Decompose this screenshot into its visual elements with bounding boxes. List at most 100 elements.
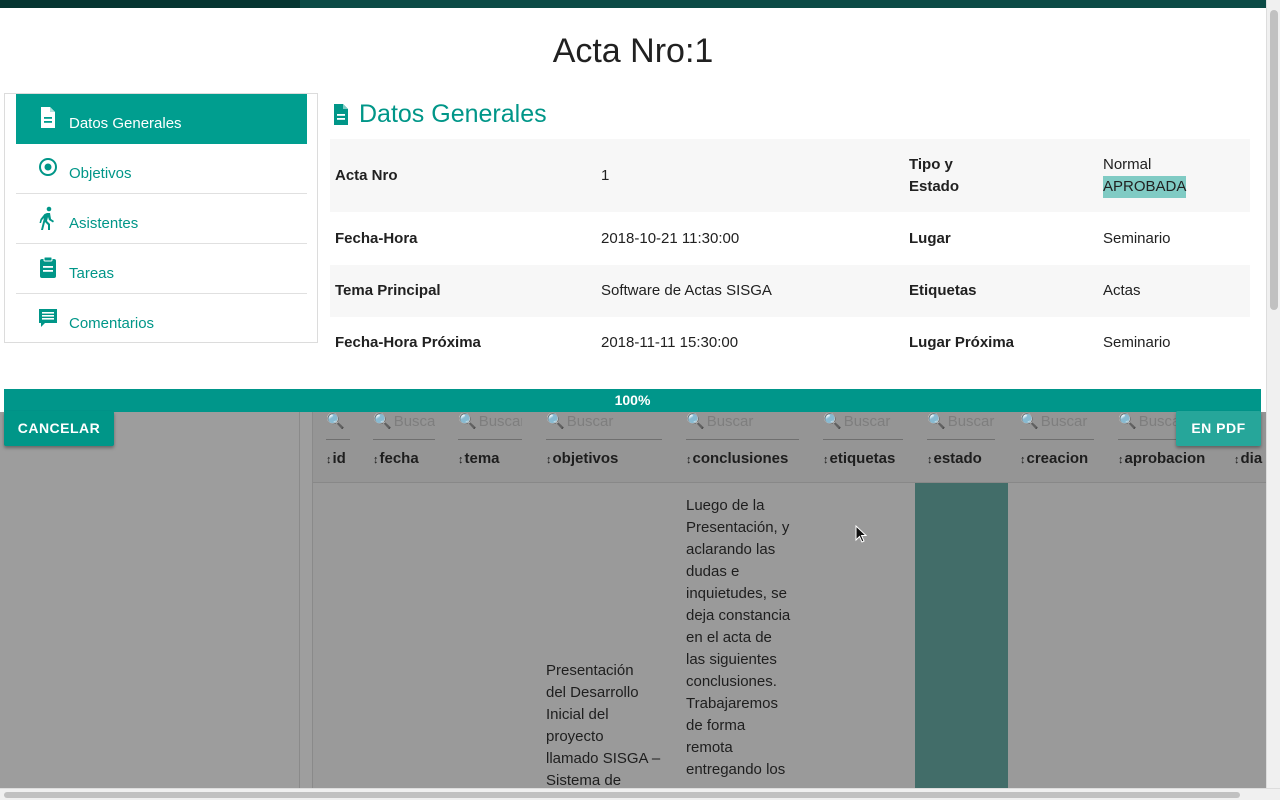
column-header-objetivos[interactable]: ↕objetivos bbox=[546, 450, 618, 467]
sort-icon: ↕ bbox=[1020, 454, 1026, 466]
column-label: creacion bbox=[1026, 450, 1089, 467]
background-table: 🔍 🔍Buscar 🔍Buscar 🔍Buscar 🔍Buscar 🔍Busca… bbox=[312, 412, 1267, 788]
search-icon: 🔍 bbox=[823, 413, 842, 430]
cell-line: las siguientes bbox=[686, 651, 777, 668]
background-top-bar bbox=[0, 0, 1280, 8]
nav-item-objetivos[interactable]: Objetivos bbox=[16, 144, 307, 194]
column-header-aprobacion[interactable]: ↕aprobacion bbox=[1118, 450, 1205, 467]
section-title-text: Datos Generales bbox=[359, 100, 547, 128]
search-icon: 🔍 bbox=[686, 413, 705, 430]
search-icon: 🔍 bbox=[1118, 413, 1137, 430]
cancel-button[interactable]: CANCELAR bbox=[4, 411, 114, 446]
column-label: etiquetas bbox=[829, 450, 896, 467]
comment-icon bbox=[39, 309, 57, 327]
column-header-etiquetas[interactable]: ↕etiquetas bbox=[823, 450, 895, 467]
sort-icon: ↕ bbox=[1234, 454, 1240, 466]
horizontal-scrollbar-thumb[interactable] bbox=[4, 792, 1240, 798]
cell-line: remota bbox=[686, 739, 733, 756]
column-label: conclusiones bbox=[692, 450, 789, 467]
background-top-bar-dark bbox=[0, 0, 300, 8]
info-key: Tipo y bbox=[909, 156, 953, 173]
column-label: fecha bbox=[379, 450, 419, 467]
column-label: dia bbox=[1240, 450, 1263, 467]
info-value: 1 bbox=[601, 167, 610, 184]
document-icon bbox=[334, 104, 348, 125]
acta-modal: Acta Nro:1 Datos Generales Objetivos Asi… bbox=[0, 8, 1266, 412]
column-header-conclusiones[interactable]: ↕conclusiones bbox=[686, 450, 788, 467]
search-icon: 🔍 bbox=[927, 413, 946, 430]
info-row: Acta Nro 1 Tipo y Estado Normal APROBADA bbox=[330, 139, 1250, 212]
cell-line: de forma bbox=[686, 717, 746, 734]
info-key: Etiquetas bbox=[909, 282, 977, 299]
info-key: Fecha-Hora bbox=[335, 230, 418, 247]
vertical-scrollbar-thumb[interactable] bbox=[1270, 10, 1278, 310]
cell-line: del Desarrollo bbox=[546, 684, 639, 701]
cell-line: proyecto bbox=[546, 728, 604, 745]
search-placeholder: Buscar bbox=[843, 413, 891, 430]
info-row: Fecha-Hora Próxima 2018-11-11 15:30:00 L… bbox=[330, 317, 1250, 369]
search-icon: 🔍 bbox=[373, 413, 392, 430]
sort-icon: ↕ bbox=[546, 454, 552, 466]
search-input-estado[interactable]: 🔍 Buscar bbox=[927, 412, 995, 440]
cell-line: aclarando las bbox=[686, 541, 776, 558]
status-badge: APROBADA bbox=[1103, 176, 1187, 198]
clipboard-icon bbox=[40, 256, 56, 278]
search-icon: 🔍 bbox=[326, 413, 345, 430]
search-input-etiquetas[interactable]: 🔍 Buscar bbox=[823, 412, 903, 440]
target-icon bbox=[39, 158, 57, 176]
cell-line: Trabajaremos bbox=[686, 695, 778, 712]
cell-line: Luego de la bbox=[686, 497, 765, 514]
vertical-scrollbar[interactable] bbox=[1266, 0, 1280, 788]
info-value: Software de Actas SISGA bbox=[601, 282, 772, 299]
column-label: id bbox=[332, 450, 346, 467]
column-header-dia[interactable]: ↕dia bbox=[1234, 450, 1262, 467]
cell-line: inquietudes, se bbox=[686, 585, 787, 602]
nav-item-asistentes[interactable]: Asistentes bbox=[16, 194, 307, 244]
conclusiones-cell: Luego de la Presentación, y aclarando la… bbox=[686, 495, 806, 781]
search-input-fecha[interactable]: 🔍Buscar bbox=[373, 412, 435, 440]
cell-line: Inicial del bbox=[546, 706, 609, 723]
estado-cell-highlight bbox=[915, 483, 1008, 788]
mouse-cursor-icon bbox=[855, 525, 867, 543]
search-input-conclusiones[interactable]: 🔍 Buscar bbox=[686, 412, 799, 440]
horizontal-scrollbar[interactable] bbox=[0, 788, 1280, 800]
cell-line: Presentación bbox=[546, 662, 634, 679]
info-value: Seminario bbox=[1103, 230, 1171, 247]
column-header-tema[interactable]: ↕tema bbox=[458, 450, 500, 467]
search-input-id[interactable]: 🔍 bbox=[326, 412, 350, 440]
sort-icon: ↕ bbox=[458, 454, 464, 466]
column-header-id[interactable]: ↕id bbox=[326, 450, 346, 467]
info-row: Tema Principal Software de Actas SISGA E… bbox=[330, 265, 1250, 317]
search-placeholder: Buscar bbox=[947, 413, 995, 430]
column-header-fecha[interactable]: ↕fecha bbox=[373, 450, 419, 467]
progress-bar: 100% bbox=[4, 389, 1261, 412]
sort-icon: ↕ bbox=[823, 454, 829, 466]
column-label: tema bbox=[464, 450, 500, 467]
search-input-objetivos[interactable]: 🔍 Buscar bbox=[546, 412, 662, 440]
info-key: Lugar Próxima bbox=[909, 334, 1015, 351]
search-input-creacion[interactable]: 🔍 Buscar bbox=[1020, 412, 1094, 440]
search-icon: 🔍 bbox=[1020, 413, 1039, 430]
export-pdf-button[interactable]: EN PDF bbox=[1176, 411, 1261, 446]
search-input-tema[interactable]: 🔍 Buscar bbox=[458, 412, 522, 440]
nav-item-tareas[interactable]: Tareas bbox=[16, 244, 307, 294]
section-nav: Datos Generales Objetivos Asistentes Tar… bbox=[4, 93, 318, 343]
nav-item-comentarios[interactable]: Comentarios bbox=[16, 294, 307, 344]
search-icon: 🔍 bbox=[546, 413, 565, 430]
column-header-estado[interactable]: ↕estado bbox=[927, 450, 982, 467]
info-value: 2018-11-11 15:30:00 bbox=[601, 334, 739, 351]
info-row: Fecha-Hora 2018-10-21 11:30:00 Lugar Sem… bbox=[330, 212, 1250, 265]
cell-line: entregando los bbox=[686, 761, 786, 778]
info-value: Actas bbox=[1103, 282, 1141, 299]
info-key: Acta Nro bbox=[335, 167, 398, 184]
nav-item-label: Datos Generales bbox=[69, 115, 182, 132]
sort-icon: ↕ bbox=[1118, 454, 1124, 466]
search-placeholder: Buscar bbox=[1040, 413, 1088, 430]
sort-icon: ↕ bbox=[326, 454, 332, 466]
modal-title: Acta Nro:1 bbox=[552, 32, 714, 70]
nav-item-datos-generales[interactable]: Datos Generales bbox=[16, 94, 307, 144]
column-header-creacion[interactable]: ↕creacion bbox=[1020, 450, 1088, 467]
cell-line: llamado SISGA – bbox=[546, 750, 661, 767]
info-key: Estado bbox=[909, 178, 960, 195]
cell-line: Sistema de bbox=[546, 772, 622, 788]
